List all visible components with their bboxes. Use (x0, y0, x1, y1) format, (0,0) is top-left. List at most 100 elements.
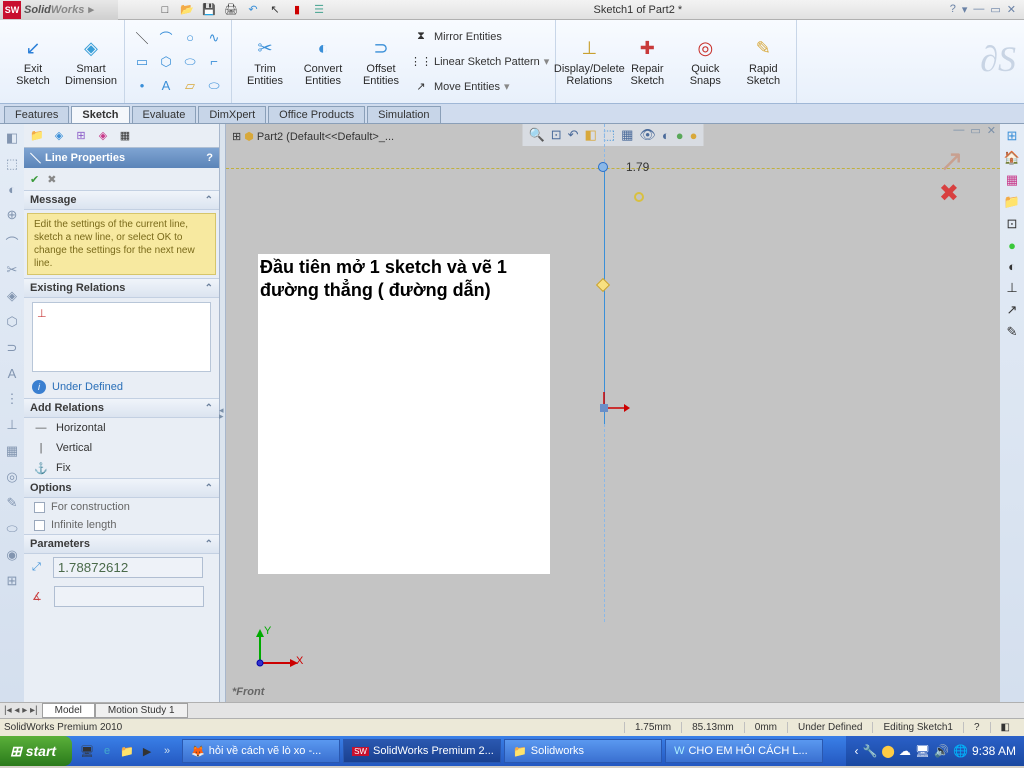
rt-8[interactable]: ⊥ (1006, 280, 1017, 296)
mirror-button[interactable]: ⧗Mirror Entities (412, 26, 549, 48)
fix-relation[interactable]: ⚓Fix (24, 458, 219, 478)
tray-expand-icon[interactable]: ‹ (854, 744, 858, 758)
undo-icon[interactable]: ↶ (246, 3, 260, 17)
pattern-button[interactable]: ⋮⋮Linear Sketch Pattern ▾ (412, 51, 549, 73)
repair-button[interactable]: ✚Repair Sketch (620, 25, 674, 99)
move-button[interactable]: ↗Move Entities ▾ (412, 76, 549, 98)
slot-tool[interactable]: ⬭ (203, 75, 225, 97)
quick-snaps-button[interactable]: ◎Quick Snaps (678, 25, 732, 99)
btm-nav[interactable]: |◂ ◂ ▸ ▸| (0, 705, 42, 716)
pm-tab-feature[interactable]: 📁 (28, 127, 46, 145)
display-delete-button[interactable]: ⊥Display/Delete Relations (562, 25, 616, 99)
tab-office[interactable]: Office Products (268, 106, 365, 123)
plane-tool[interactable]: ▱ (179, 75, 201, 97)
fillet-tool[interactable]: ⌐ (203, 51, 225, 73)
poly-tool[interactable]: ⬡ (155, 51, 177, 73)
sketch-line[interactable] (604, 164, 605, 424)
lt-18[interactable]: ⊞ (7, 573, 18, 589)
message-header[interactable]: Message⌃ (24, 190, 219, 210)
lt-12[interactable]: ⊥ (6, 417, 17, 433)
select-icon[interactable]: ↖ (268, 3, 282, 17)
lt-10[interactable]: A (8, 366, 17, 381)
vp-max-icon[interactable]: ▭ (970, 124, 980, 137)
pm-tab-display[interactable]: ▦ (116, 127, 134, 145)
param-angle[interactable] (54, 586, 204, 607)
view-settings-icon[interactable]: ● (690, 128, 698, 143)
start-button[interactable]: ⊞ start (0, 736, 72, 766)
tab-sketch[interactable]: Sketch (71, 106, 129, 123)
ql-expand[interactable]: » (158, 740, 176, 762)
param-length[interactable] (53, 557, 203, 578)
scene-icon[interactable]: ◐ (662, 128, 670, 143)
lt-4[interactable]: ⊕ (7, 207, 18, 223)
point-tool[interactable]: • (131, 75, 153, 97)
infinite-check[interactable]: Infinite length (24, 516, 219, 534)
parameters-header[interactable]: Parameters⌃ (24, 534, 219, 554)
tab-simulation[interactable]: Simulation (367, 106, 440, 123)
graphics-viewport[interactable]: 🔍 ⊡ ↶ ◧ ⬚ ▦ 👁 ◐ ● ● ⊞ ⬢ Part2 (Default<<… (226, 124, 1000, 702)
rt-2[interactable]: 🏠 (1004, 150, 1020, 166)
ql-media[interactable]: ▶ (138, 740, 156, 762)
circle-tool[interactable]: ○ (179, 27, 201, 49)
model-tab[interactable]: Model (42, 703, 95, 718)
exit-sketch-button[interactable]: ↙ Exit Sketch (6, 25, 60, 99)
lt-17[interactable]: ◉ (6, 547, 17, 563)
pm-tab-config[interactable]: ⊞ (72, 127, 90, 145)
clock[interactable]: 9:38 AM (972, 744, 1016, 758)
minimize-icon[interactable]: — (973, 3, 984, 16)
confirm-sketch-icon[interactable]: ↗ (939, 144, 964, 179)
new-icon[interactable]: □ (158, 3, 172, 17)
rt-4[interactable]: 📁 (1004, 194, 1020, 210)
restore-icon[interactable]: ▭ (990, 3, 1000, 16)
cancel-icon[interactable]: ✖ (47, 173, 56, 186)
options-icon[interactable]: ☰ (312, 3, 326, 17)
lt-9[interactable]: ⊃ (7, 340, 18, 356)
save-icon[interactable]: 💾 (202, 3, 216, 17)
zoom-fit-icon[interactable]: 🔍 (529, 127, 545, 143)
prev-view-icon[interactable]: ↶ (568, 127, 579, 143)
zoom-area-icon[interactable]: ⊡ (551, 127, 562, 143)
midpoint-marker[interactable] (596, 278, 610, 292)
lt-13[interactable]: ▦ (6, 443, 18, 459)
apply-scene-icon[interactable]: ● (676, 128, 684, 143)
tray-4[interactable]: 🖥 (915, 744, 930, 758)
print-icon[interactable]: 🖨 (224, 3, 238, 17)
lt-5[interactable]: ⌒ (5, 233, 18, 252)
arc-tool[interactable]: ⌒ (155, 27, 177, 49)
add-relations-header[interactable]: Add Relations⌃ (24, 398, 219, 418)
offset-button[interactable]: ⊃Offset Entities (354, 25, 408, 99)
hide-show-icon[interactable]: 👁 (639, 127, 656, 143)
ok-icon[interactable]: ✔ (30, 173, 39, 186)
for-construction-check[interactable]: For construction (24, 498, 219, 516)
rt-9[interactable]: ↗ (1007, 302, 1018, 318)
tab-evaluate[interactable]: Evaluate (132, 106, 197, 123)
dimension-text[interactable]: 1.79 (626, 160, 649, 174)
open-icon[interactable]: 📂 (180, 3, 194, 17)
drop-icon[interactable]: ▾ (962, 3, 968, 16)
tray-1[interactable]: 🔧 (862, 744, 877, 758)
lt-15[interactable]: ✎ (7, 495, 18, 511)
rapid-button[interactable]: ✎Rapid Sketch (736, 25, 790, 99)
smart-dimension-button[interactable]: ◈ Smart Dimension (64, 25, 118, 99)
vertical-relation[interactable]: |Vertical (24, 438, 219, 458)
tray-2[interactable]: ⬤ (881, 744, 894, 758)
lt-8[interactable]: ⬡ (6, 314, 17, 330)
rt-3[interactable]: ▦ (1006, 172, 1018, 188)
close-icon[interactable]: ✕ (1007, 3, 1016, 16)
text-tool[interactable]: A (155, 75, 177, 97)
chevron-right-icon[interactable]: ▸ (88, 3, 94, 16)
lt-11[interactable]: ⋮ (6, 391, 19, 407)
line-tool[interactable]: ＼ (131, 27, 153, 49)
convert-button[interactable]: ◐Convert Entities (296, 25, 350, 99)
ql-folder[interactable]: 📁 (118, 740, 136, 762)
pm-tab-property[interactable]: ◈ (50, 127, 68, 145)
rt-7[interactable]: ◐ (1008, 259, 1016, 274)
tray-net[interactable]: 🌐 (953, 744, 968, 758)
status-help-icon[interactable]: ? (963, 722, 990, 733)
flyout-tree[interactable]: ⊞ ⬢ Part2 (Default<<Default>_... (232, 130, 394, 143)
lt-2[interactable]: ⬚ (6, 156, 18, 172)
ql-ie[interactable]: e (98, 740, 116, 762)
lt-7[interactable]: ◈ (7, 288, 17, 304)
task-word[interactable]: WCHO EM HỎI CÁCH L... (665, 739, 823, 763)
display-style-icon[interactable]: ▦ (621, 127, 633, 143)
